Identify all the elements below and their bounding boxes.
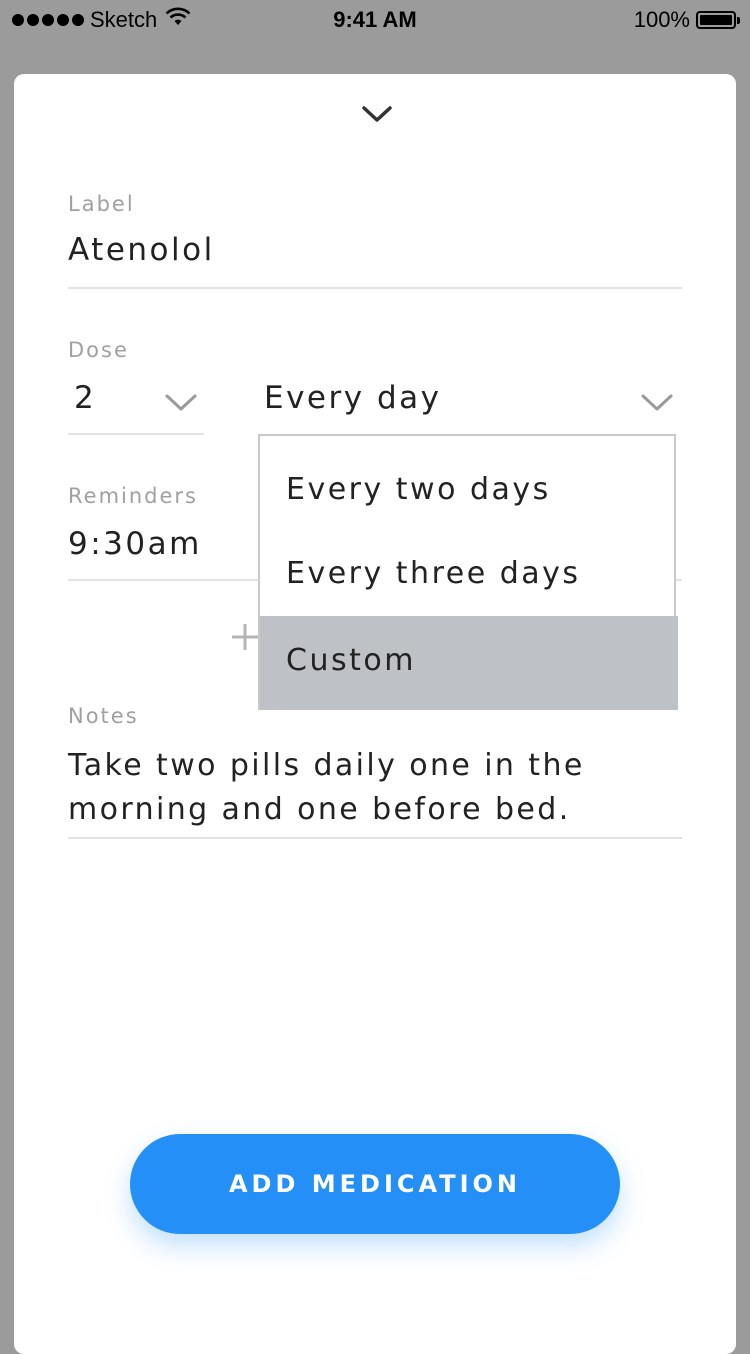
add-medication-button[interactable]: ADD MEDICATION xyxy=(130,1134,620,1234)
dose-field-label: Dose xyxy=(68,338,129,362)
status-right: 100% xyxy=(633,7,740,33)
frequency-dropdown-menu: Every two days Every three days Custom xyxy=(258,434,678,710)
label-input[interactable]: Atenolol xyxy=(68,232,215,268)
notes-divider xyxy=(68,837,682,839)
dose-quantity-divider xyxy=(68,433,204,435)
chevron-down-icon[interactable] xyxy=(164,392,198,414)
menu-item-every-three-days[interactable]: Every three days xyxy=(260,532,678,616)
battery-icon xyxy=(696,11,740,29)
menu-item-every-two-days[interactable]: Every two days xyxy=(260,448,678,532)
chevron-down-icon[interactable] xyxy=(360,102,394,126)
dose-frequency-select[interactable]: Every day xyxy=(264,380,441,416)
battery-percent: 100% xyxy=(633,7,690,32)
add-medication-sheet: Label Atenolol Dose 2 Every day Reminder… xyxy=(14,74,736,1354)
plus-icon[interactable] xyxy=(230,622,260,652)
chevron-down-icon[interactable] xyxy=(640,392,674,414)
notes-field-label: Notes xyxy=(68,704,139,728)
label-field-label: Label xyxy=(68,192,135,216)
dose-quantity-select[interactable]: 2 xyxy=(74,380,96,416)
status-bar: Sketch 9:41 AM 100% xyxy=(0,0,750,40)
reminders-field-label: Reminders xyxy=(68,484,198,508)
notes-input[interactable]: Take two pills daily one in the morning … xyxy=(68,744,688,832)
label-divider xyxy=(68,287,682,289)
menu-item-custom[interactable]: Custom xyxy=(260,616,678,710)
reminder-time-input[interactable]: 9:30am xyxy=(68,526,202,562)
